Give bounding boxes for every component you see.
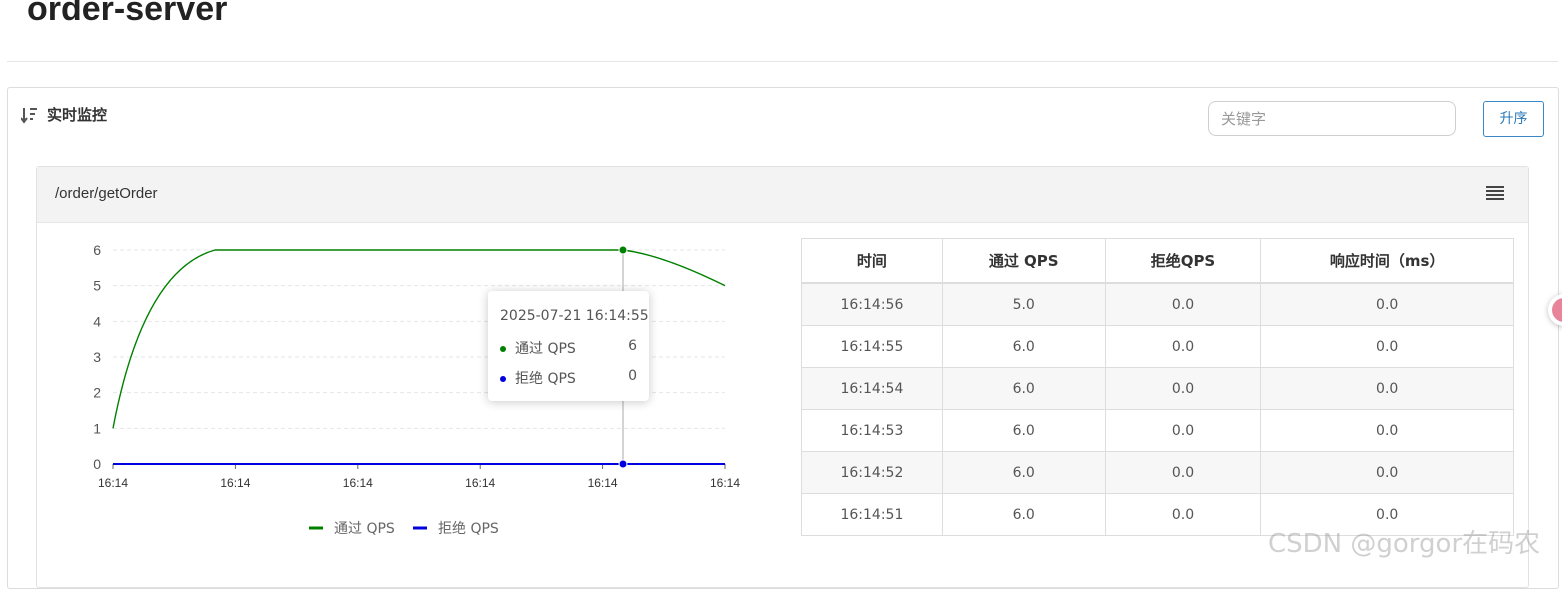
table-cell: 16:14:56 [801, 282, 943, 326]
tooltip-block-label: 拒绝 QPS [515, 371, 576, 387]
x-tick-label: 16:14 [343, 476, 373, 490]
table-cell: 6.0 [941, 325, 1106, 368]
panel-heading: 实时监控 [21, 104, 107, 125]
table-header-time: 时间 [801, 238, 943, 284]
legend-label: 拒绝 QPS [438, 521, 499, 537]
x-tick-label: 16:14 [220, 476, 250, 490]
table-cell: 0.0 [1104, 282, 1262, 326]
tooltip-time: 2025-07-21 16:14:55 [500, 308, 649, 324]
title-divider [7, 61, 1558, 62]
sort-ascending-button[interactable]: 升序 [1483, 101, 1544, 137]
data-point [618, 459, 628, 469]
page-title: order-server [27, 0, 228, 28]
table-cell: 0.0 [1104, 493, 1262, 536]
table-header-block-qps: 拒绝QPS [1104, 238, 1262, 284]
data-point [618, 245, 628, 255]
panel-heading-label: 实时监控 [47, 107, 108, 124]
qps-chart: 0 1 2 3 4 5 6 16:14 16:14 16:14 16:14 16:14 16:14 通过 … [44, 144, 764, 564]
table-cell: 16:14:52 [801, 451, 943, 494]
table-cell: 0.0 [1260, 451, 1514, 494]
table-cell: 0.0 [1104, 409, 1262, 452]
y-tick-label: 3 [93, 349, 101, 365]
y-tick-label: 6 [93, 242, 101, 258]
sort-descending-icon [21, 107, 37, 124]
table-cell: 6.0 [941, 493, 1106, 536]
table-cell: 0.0 [1260, 325, 1514, 368]
table-row: 16:14:52 6.0 0.0 0.0 [801, 451, 1514, 494]
tooltip-pass-dot [500, 346, 506, 352]
y-tick-label: 0 [93, 456, 101, 472]
table-cell: 0.0 [1104, 367, 1262, 410]
csdn-watermark: CSDN @gorgor在码农 [1268, 529, 1541, 559]
table-cell: 0.0 [1104, 325, 1262, 368]
x-tick-label: 16:14 [710, 476, 740, 490]
table-cell: 6.0 [941, 409, 1106, 452]
legend-label: 通过 QPS [334, 521, 395, 537]
x-tick-label: 16:14 [98, 476, 128, 490]
metrics-table: 时间 通过 QPS 拒绝QPS 响应时间（ms） 16:14:56 5.0 0.… [801, 238, 1514, 536]
table-cell: 5.0 [941, 282, 1106, 326]
side-widget-icon [1552, 298, 1562, 322]
x-tick-label: 16:14 [465, 476, 495, 490]
tooltip-row-block: 拒绝 QPS 0 [500, 368, 637, 388]
table-cell: 0.0 [1104, 451, 1262, 494]
table-header-rt: 响应时间（ms） [1260, 238, 1514, 284]
table-cell: 0.0 [1260, 409, 1514, 452]
table-cell: 6.0 [941, 451, 1106, 494]
table-row: 16:14:54 6.0 0.0 0.0 [801, 367, 1514, 410]
table-cell: 6.0 [941, 367, 1106, 410]
table-row: 16:14:53 6.0 0.0 0.0 [801, 409, 1514, 452]
table-cell: 16:14:51 [801, 493, 943, 536]
y-tick-label: 5 [93, 278, 101, 294]
table-header-row: 时间 通过 QPS 拒绝QPS 响应时间（ms） [801, 238, 1514, 284]
menu-icon[interactable] [1486, 186, 1504, 200]
table-cell: 0.0 [1260, 367, 1514, 410]
tooltip-block-value: 0 [628, 368, 637, 384]
y-tick-label: 4 [93, 313, 101, 329]
table-cell: 16:14:54 [801, 367, 943, 410]
x-tick-label: 16:14 [588, 476, 618, 490]
chart-tooltip: 2025-07-21 16:14:55 通过 QPS 6 拒绝 QPS 0 [488, 291, 649, 401]
keyword-search-input[interactable] [1208, 101, 1456, 136]
table-cell: 0.0 [1260, 282, 1514, 326]
tooltip-pass-value: 6 [628, 338, 637, 354]
y-tick-label: 1 [93, 420, 101, 436]
tooltip-row-pass: 通过 QPS 6 [500, 338, 637, 358]
y-tick-label: 2 [93, 385, 101, 401]
table-header-pass-qps: 通过 QPS [941, 238, 1106, 284]
qps-chart-svg: 0 1 2 3 4 5 6 16:14 16:14 16:14 16:14 16:14 16:14 通过 … [93, 242, 740, 537]
tooltip-pass-label: 通过 QPS [515, 341, 576, 357]
tooltip-block-dot [500, 376, 506, 382]
table-cell: 16:14:53 [801, 409, 943, 452]
table-row: 16:14:56 5.0 0.0 0.0 [801, 282, 1514, 326]
table-cell: 16:14:55 [801, 325, 943, 368]
table-row: 16:14:55 6.0 0.0 0.0 [801, 325, 1514, 368]
